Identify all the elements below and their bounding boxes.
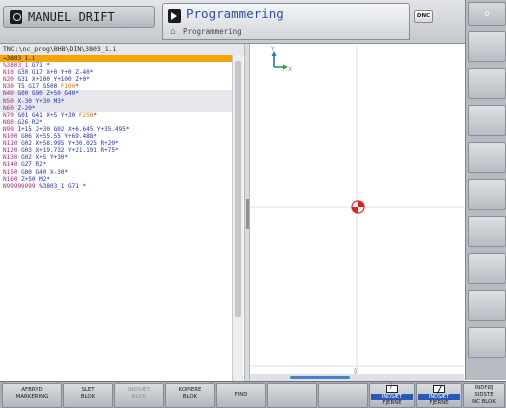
- program-scrollbar[interactable]: [232, 55, 243, 381]
- program-status-icon: ⌂: [170, 27, 176, 37]
- softkey-slet-line2: BLOK: [80, 394, 96, 400]
- programming-mode-title: Programmering: [186, 6, 284, 21]
- program-line[interactable]: N150 G00 G40 X-30*: [0, 169, 232, 176]
- program-line[interactable]: →3803_1.i: [0, 55, 232, 63]
- graphics-scrollbar-thumb[interactable]: [290, 376, 350, 379]
- softkey-kopiere-line2: BLOK: [182, 394, 198, 400]
- operating-mode-tab[interactable]: MANUEL DRIFT: [3, 6, 155, 28]
- program-panel: TNC:\nc_prog\BHB\DIN\3803_1.i →3803_1.i%…: [0, 44, 244, 381]
- program-line[interactable]: N130 G02 X+5 Y+30*: [0, 154, 232, 161]
- program-line[interactable]: N160 Z+50 M2*: [0, 176, 232, 183]
- program-line[interactable]: N10 G30 G17 X+0 Y+0 Z-40*: [0, 69, 232, 76]
- vertical-softkey-5[interactable]: [468, 179, 506, 210]
- program-line[interactable]: N60 Z-20*: [0, 104, 232, 112]
- vertical-softkey-2[interactable]: [468, 68, 506, 99]
- softkey-afbryd-line1: AFBRYD: [21, 387, 43, 393]
- softkey-fjerne1-line2: FJERNE: [382, 400, 402, 406]
- vertical-softkey-7[interactable]: [468, 253, 506, 284]
- softkey-slet-blok[interactable]: SLET BLOK: [63, 383, 113, 408]
- vertical-softkey-9[interactable]: [468, 327, 506, 358]
- graphics-scrollbar[interactable]: [250, 374, 464, 381]
- vertical-softkey-column: 0: [465, 0, 506, 380]
- vertical-softkey-top[interactable]: 0: [468, 2, 506, 26]
- softkey-kopiere-line1: KOPIERE: [178, 387, 202, 393]
- axis-y-label: Y: [270, 46, 275, 53]
- vertical-softkey-3[interactable]: [468, 105, 506, 136]
- program-line[interactable]: N70 G01 G41 X+5 Y+30 F250*: [0, 112, 232, 119]
- program-path: TNC:\nc_prog\BHB\DIN\3803_1.i: [0, 44, 244, 55]
- softkey-indfoj-line1: INDFØJ: [474, 385, 494, 391]
- axis-x-label: X: [288, 66, 292, 73]
- dnc-button[interactable]: DNC: [414, 10, 433, 23]
- datum-crosshair-icon: [351, 200, 365, 214]
- vertical-softkey-8[interactable]: [468, 290, 506, 321]
- vertical-softkey-1[interactable]: [468, 31, 506, 62]
- programming-mode-tab[interactable]: Programmering ⌂ Programmering: [162, 3, 410, 40]
- graphics-panel[interactable]: Y X « ◊: [244, 44, 464, 375]
- softkey-afbryd-line2: MARKERING: [15, 394, 49, 400]
- softkey-empty-2[interactable]: [318, 383, 368, 408]
- program-line[interactable]: N80 G26 R2*: [0, 119, 232, 126]
- softkey-indfoj-line2: SIDSTE: [474, 392, 494, 398]
- program-line[interactable]: %3803_1 G71 *: [0, 62, 232, 69]
- graphics-canvas: Y X « ◊: [244, 44, 464, 375]
- header-bar: MANUEL DRIFT Programmering ⌂ Programmeri…: [0, 0, 506, 44]
- softkey-indfoj-sidste[interactable]: INDFØJ SIDSTE NC BLOK: [463, 383, 505, 408]
- program-line[interactable]: N110 G02 X+58.995 Y+30.025 R+20*: [0, 140, 232, 147]
- softkey-find[interactable]: FIND: [216, 383, 266, 408]
- softkey-indsaet-fjerne-1[interactable]: INDSÆT FJERNE: [369, 383, 415, 408]
- italic-toggle-icon: [386, 384, 398, 393]
- operating-mode-label: MANUEL DRIFT: [28, 10, 115, 24]
- program-line[interactable]: N140 G27 R2*: [0, 161, 232, 168]
- softkey-find-line1: FIND: [234, 392, 248, 398]
- program-line[interactable]: N120 G03 X+19.732 Y+21.191 R+75*: [0, 147, 232, 154]
- program-listing[interactable]: →3803_1.i %3803_1 G71 * N10 G30 G17 X+0 Y+…: [0, 55, 232, 190]
- machine-mode-icon: [10, 10, 22, 24]
- vertical-softkey-6[interactable]: [468, 216, 506, 247]
- program-line[interactable]: N50 X-30 Y+30 M3*: [0, 97, 232, 105]
- softkey-slet-line1: SLET: [81, 387, 95, 393]
- program-line[interactable]: N100 G06 X+55.55 Y+69.488*: [0, 133, 232, 140]
- softkey-empty-1[interactable]: [267, 383, 317, 408]
- program-line[interactable]: N99999999 %3803_1 G71 *: [0, 183, 232, 190]
- softkey-indsaet-blok[interactable]: INDSÆT BLOK: [114, 383, 164, 408]
- program-line[interactable]: N40 G00 G90 Z+50 G40*: [0, 90, 232, 98]
- programming-mode-icon: [168, 9, 181, 23]
- softkey-fjerne2-line2: FJERNE: [429, 400, 449, 406]
- program-scrollbar-thumb[interactable]: [235, 61, 241, 317]
- softkey-indsaet-line2: BLOK: [131, 394, 147, 400]
- programming-mode-subtitle: Programmering: [183, 27, 242, 36]
- program-line[interactable]: N90 I+15 J+30 G02 X+6.645 Y+35.495*: [0, 126, 232, 133]
- softkey-kopiere-blok[interactable]: KOPIERE BLOK: [165, 383, 215, 408]
- softkey-afbryd-markering[interactable]: AFBRYD MARKERING: [2, 383, 62, 408]
- slash-toggle-icon: [433, 385, 445, 393]
- softkey-indsaet-line1: INDSÆT: [128, 387, 150, 393]
- program-line[interactable]: N20 G31 X+100 Y+100 Z+0*: [0, 76, 232, 83]
- vertical-softkey-4[interactable]: [468, 142, 506, 173]
- program-line[interactable]: N30 T5 G17 S500 F100*: [0, 83, 232, 90]
- splitter-grip-icon: [246, 199, 249, 229]
- softkey-bar: AFBRYD MARKERING SLET BLOK INDSÆT BLOK K…: [0, 381, 506, 408]
- softkey-indsaet-fjerne-2[interactable]: INDSÆT FJERNE: [416, 383, 462, 408]
- softkey-indfoj-line3: NC BLOK: [472, 399, 496, 405]
